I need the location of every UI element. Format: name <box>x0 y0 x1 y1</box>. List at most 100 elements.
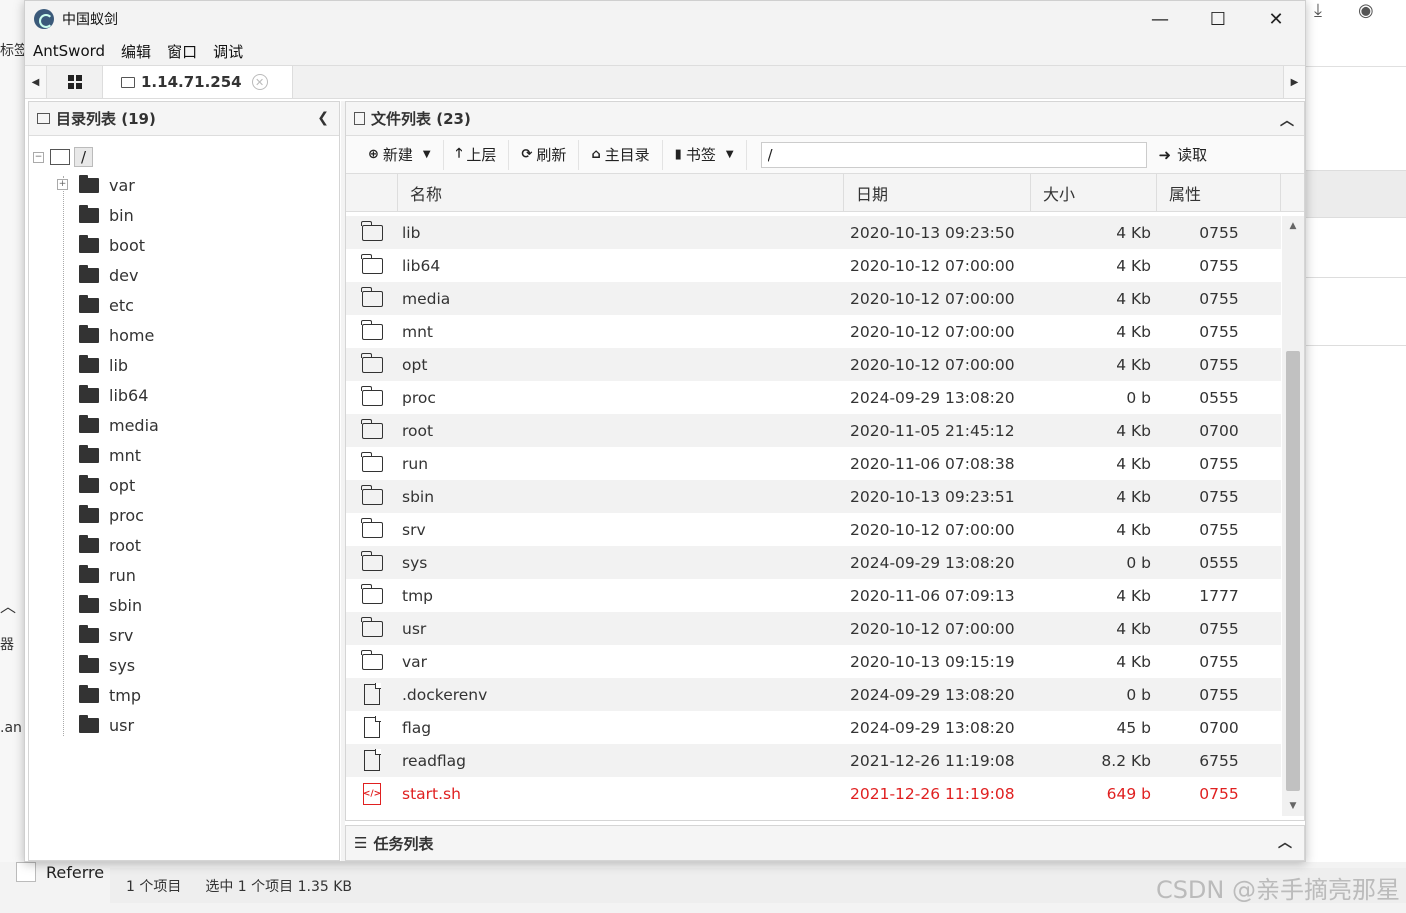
up-button[interactable]: 🡑 上层 <box>444 139 510 170</box>
background-left-window: 标签 ︿ 器 .an <box>0 0 28 913</box>
row-icon-cell <box>346 517 398 538</box>
scroll-up-icon[interactable]: ▲ <box>1282 216 1304 236</box>
table-row[interactable]: srv 2020-10-12 07:00:00 4 Kb 0755 <box>346 513 1281 546</box>
title-bar[interactable]: 中国蚁剑 — ☐ ✕ <box>25 1 1305 37</box>
tree-item-bin[interactable]: bin <box>29 200 339 230</box>
bookmark-button[interactable]: ▮ 书签 ▼ <box>663 139 747 170</box>
tree-item-tmp[interactable]: tmp <box>29 680 339 710</box>
menu-antsword[interactable]: AntSword <box>33 42 105 60</box>
folder-icon <box>79 714 99 733</box>
file-date: 2020-10-12 07:00:00 <box>850 520 1015 539</box>
table-row[interactable]: sys 2024-09-29 13:08:20 0 b 0555 <box>346 546 1281 579</box>
table-row[interactable]: run 2020-11-06 07:08:38 4 Kb 0755 <box>346 447 1281 480</box>
close-button[interactable]: ✕ <box>1247 1 1305 37</box>
column-size[interactable]: 大小 <box>1031 174 1157 211</box>
file-size: 4 Kb <box>1116 289 1151 308</box>
tree-item-media[interactable]: media <box>29 410 339 440</box>
expand-up-icon[interactable]: ︿ <box>1278 832 1292 852</box>
table-row[interactable]: mnt 2020-10-12 07:00:00 4 Kb 0755 <box>346 315 1281 348</box>
tree-item-label: media <box>109 415 159 435</box>
maximize-button[interactable]: ☐ <box>1189 1 1247 37</box>
column-date[interactable]: 日期 <box>844 174 1031 211</box>
tree-item-mnt[interactable]: mnt <box>29 440 339 470</box>
table-row[interactable]: .dockerenv 2024-09-29 13:08:20 0 b 0755 <box>346 678 1281 711</box>
table-row[interactable]: var 2020-10-13 09:15:19 4 Kb 0755 <box>346 645 1281 678</box>
tree-item-lib64[interactable]: lib64 <box>29 380 339 410</box>
file-size: 4 Kb <box>1116 421 1151 440</box>
collapse-left-icon[interactable]: ❮ <box>317 110 329 126</box>
row-icon-cell <box>346 319 398 340</box>
file-attr: 6755 <box>1199 751 1239 770</box>
folder-icon <box>360 550 383 571</box>
folder-icon <box>79 204 99 223</box>
tree-item-srv[interactable]: srv <box>29 620 339 650</box>
column-name[interactable]: 名称 <box>398 174 844 211</box>
profile-icon[interactable]: ◉ <box>1358 0 1374 21</box>
tree-item-sbin[interactable]: sbin <box>29 590 339 620</box>
table-row[interactable]: opt 2020-10-12 07:00:00 4 Kb 0755 <box>346 348 1281 381</box>
table-row[interactable]: lib 2020-10-13 09:23:50 4 Kb 0755 <box>346 216 1281 249</box>
table-row[interactable]: proc 2024-09-29 13:08:20 0 b 0555 <box>346 381 1281 414</box>
tab-close-icon[interactable]: ✕ <box>251 74 268 90</box>
task-panel-title: 任务列表 <box>373 834 434 853</box>
scroll-thumb[interactable] <box>1286 351 1300 791</box>
background-browser: ⤓ ◉ <box>1300 0 1406 913</box>
tree-item-var[interactable]: + var <box>29 170 339 200</box>
tree-item-boot[interactable]: boot <box>29 230 339 260</box>
tree-item-lib[interactable]: lib <box>29 350 339 380</box>
tab-scroll-left-icon[interactable]: ◀ <box>25 66 47 98</box>
tree-item-home[interactable]: home <box>29 320 339 350</box>
tree-item-root[interactable]: root <box>29 530 339 560</box>
scroll-down-icon[interactable]: ▼ <box>1282 796 1304 816</box>
menu-bar: AntSword 编辑 窗口 调试 <box>25 37 1305 65</box>
tab-home[interactable] <box>47 66 103 98</box>
minimize-button[interactable]: — <box>1131 1 1189 37</box>
tree-item-label: srv <box>109 625 134 645</box>
tree-item-sys[interactable]: sys <box>29 650 339 680</box>
table-row[interactable]: </> start.sh 2021-12-26 11:19:08 649 b 0755 <box>346 777 1281 810</box>
table-row[interactable]: readflag 2021-12-26 11:19:08 8.2 Kb 6755 <box>346 744 1281 777</box>
tree-item-proc[interactable]: proc <box>29 500 339 530</box>
file-name: var <box>402 652 428 671</box>
menu-edit[interactable]: 编辑 <box>121 41 151 62</box>
folder-icon <box>79 474 99 493</box>
table-row[interactable]: sbin 2020-10-13 09:23:51 4 Kb 0755 <box>346 480 1281 513</box>
file-scrollbar[interactable]: ▲ ▼ <box>1282 216 1304 816</box>
collapse-up-icon[interactable]: ︿ <box>1280 110 1294 130</box>
table-row[interactable]: root 2020-11-05 21:45:12 4 Kb 0700 <box>346 414 1281 447</box>
tree-item-label: lib64 <box>109 385 149 405</box>
table-row[interactable]: media 2020-10-12 07:00:00 4 Kb 0755 <box>346 282 1281 315</box>
file-name: run <box>402 454 429 473</box>
menu-debug[interactable]: 调试 <box>213 41 243 62</box>
tab-label: 1.14.71.254 <box>141 73 242 91</box>
path-input[interactable] <box>760 141 1147 168</box>
file-size: 4 Kb <box>1116 322 1151 341</box>
task-panel[interactable]: ☰ 任务列表 ︿ <box>345 825 1305 861</box>
tab-scroll-right-icon[interactable]: ▶ <box>1283 66 1305 98</box>
read-button[interactable]: ➜ 读取 <box>1159 144 1208 165</box>
file-icon <box>364 749 381 771</box>
menu-window[interactable]: 窗口 <box>167 41 197 62</box>
tree-item-run[interactable]: run <box>29 560 339 590</box>
tree-item-etc[interactable]: etc <box>29 290 339 320</box>
tab-shell-session[interactable]: 1.14.71.254 ✕ <box>103 66 293 98</box>
table-row[interactable]: lib64 2020-10-12 07:00:00 4 Kb 0755 <box>346 249 1281 282</box>
tree-item-dev[interactable]: dev <box>29 260 339 290</box>
expand-node-icon[interactable]: + <box>57 179 68 190</box>
row-icon-cell <box>346 716 398 738</box>
tree-item-usr[interactable]: usr <box>29 710 339 740</box>
collapse-node-icon[interactable]: − <box>33 151 44 163</box>
column-attr[interactable]: 属性 <box>1157 174 1281 211</box>
bookmark-icon: ▮ <box>674 147 682 162</box>
tree-root[interactable]: − / <box>29 144 339 170</box>
table-row[interactable]: tmp 2020-11-06 07:09:13 4 Kb 1777 <box>346 579 1281 612</box>
table-row[interactable]: usr 2020-10-12 07:00:00 4 Kb 0755 <box>346 612 1281 645</box>
new-button[interactable]: ⊕ 新建 ▼ <box>356 139 444 170</box>
download-icon[interactable]: ⤓ <box>1314 0 1322 21</box>
refresh-button[interactable]: ⟳ 刷新 <box>509 139 580 170</box>
folder-icon <box>79 594 99 613</box>
referrer-checkbox[interactable] <box>16 862 36 882</box>
home-dir-button[interactable]: ⌂ 主目录 <box>579 139 663 170</box>
tree-item-opt[interactable]: opt <box>29 470 339 500</box>
table-row[interactable]: flag 2024-09-29 13:08:20 45 b 0700 <box>346 711 1281 744</box>
